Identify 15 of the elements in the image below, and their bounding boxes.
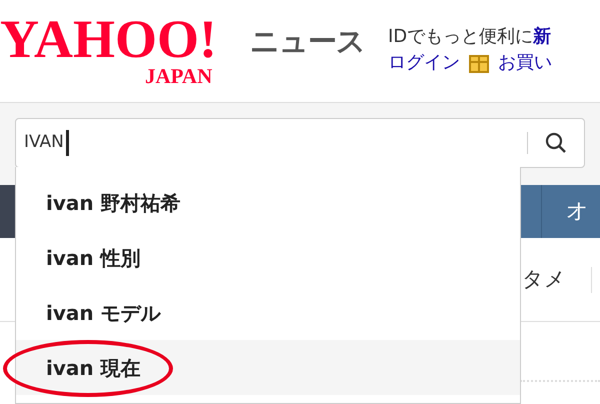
subnav-tab[interactable]: タメ [522, 264, 566, 296]
shopping-link[interactable]: お買い [498, 52, 552, 74]
service-title: ニュース [250, 23, 365, 60]
suggestion-item[interactable]: ivan 野村祐希 [16, 175, 520, 230]
suggestion-item[interactable]: ivan 性別 [16, 230, 520, 285]
suggestion-item[interactable]: ivan 現在 [16, 340, 520, 395]
logo-subtext: JAPAN [145, 66, 212, 87]
search-button[interactable] [544, 131, 568, 155]
promo-link[interactable]: 新 [533, 26, 552, 48]
promo-text: IDでもっと便利に [388, 26, 534, 48]
logo-text[interactable]: YAHOO! [0, 12, 218, 66]
suggestion-item[interactable]: ivan モデル [16, 285, 520, 340]
search-icon [544, 131, 568, 155]
nav-tab[interactable]: オ [541, 185, 600, 238]
login-link[interactable]: ログイン [388, 52, 460, 74]
